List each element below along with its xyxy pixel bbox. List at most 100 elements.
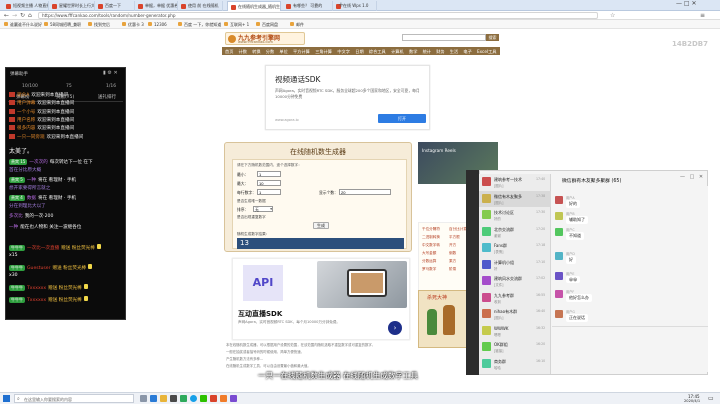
nav-item[interactable]: Excel工具 — [477, 49, 496, 55]
ad-arrow-button[interactable]: › — [388, 321, 402, 335]
notification-icon[interactable]: ▭ — [708, 395, 714, 402]
chat-list-item[interactable]: 技术讨论区 好的 17:30 — [479, 207, 551, 223]
related-link[interactable]: 倒数 — [449, 251, 456, 256]
related-link[interactable]: 开方 — [449, 243, 456, 248]
nav-item[interactable]: 综合工具 — [369, 49, 386, 55]
ad-link[interactable]: www.agora.io — [275, 118, 299, 122]
chat-list-item[interactable]: 微信有木友聚多 [图片] 17:38 — [479, 190, 551, 207]
browser-tab[interactable]: 在线随机生成器_随机生成数字 — [227, 1, 281, 11]
browser-icon[interactable] — [180, 395, 187, 402]
nav-item[interactable]: 中文字 — [337, 49, 350, 55]
nav-item[interactable]: 分数 — [266, 49, 274, 55]
related-link[interactable]: 分数运算 — [422, 259, 436, 264]
app-icon[interactable] — [220, 395, 227, 402]
chat-list-item[interactable]: Fans群 [表情] 17:18 — [479, 240, 551, 256]
browser-tab[interactable]: 单据，单据 优惠券，领取 — [135, 1, 178, 11]
browser-tab[interactable]: 星耀世界时长上行大事件，当大 — [49, 1, 95, 11]
unique-checkbox-label[interactable]: 是否生成唯一数据 — [237, 199, 266, 204]
chat-list-item[interactable]: 计算机小组好 17:10 — [479, 257, 551, 273]
nav-item[interactable]: 平方计算 — [293, 49, 310, 55]
chat-list-item[interactable]: OK群组 [链接] 16:20 — [479, 339, 551, 355]
explorer-icon[interactable] — [160, 395, 167, 402]
related-link[interactable]: 乘方 — [449, 259, 456, 264]
ad-open-button[interactable]: 打开 — [378, 114, 426, 123]
nav-item[interactable]: 建筑 — [512, 49, 520, 55]
browser-tab[interactable]: 百度一下 — [95, 1, 135, 11]
related-link[interactable]: 千位分隔符 — [422, 227, 440, 232]
bookmark-item[interactable]: 优惠卡 3 — [122, 22, 144, 28]
browser-tab[interactable]: 有哪些？ 可靠的 — [283, 1, 333, 11]
browser-tab[interactable]: 使用 前 在线随机 — [178, 1, 223, 11]
related-link[interactable]: 中文数字转 — [422, 243, 440, 248]
nav-item[interactable]: 首页 — [225, 49, 233, 55]
home-icon[interactable]: ⌂ — [28, 12, 32, 19]
browser-tab[interactable]: 短视频主播 人物直播间实时推流 — [3, 1, 49, 11]
bookmark-item[interactable]: 邮件 — [290, 22, 304, 28]
related-link[interactable]: 二进制转换 — [422, 235, 440, 240]
chat-list-item[interactable]: nihao有木群 [图片] 16:40 — [479, 306, 551, 322]
generate-button[interactable]: 生成 — [313, 222, 329, 229]
bookmark-item[interactable]: 谁赢谁不什么说好 — [4, 22, 42, 28]
star-icon[interactable]: ☆ — [610, 12, 615, 19]
bookmark-item[interactable]: 58同城招聘_兼职 — [44, 22, 81, 28]
new-tab-icon[interactable]: + — [338, 1, 344, 9]
min-input[interactable] — [257, 171, 281, 177]
minimize-icon[interactable]: — — [680, 174, 685, 180]
chat-list-item[interactable]: 商务群 哈哈 16:10 — [479, 356, 551, 372]
bookmark-item[interactable]: 找到完后 — [88, 22, 110, 28]
site-logo[interactable]: 九九参考引擎网 www.99cankao.com — [225, 32, 305, 45]
url-input[interactable]: https://www.fffcankao.com/tools/random/n… — [38, 12, 598, 19]
side-game-widget[interactable]: 杀死大神 — [418, 290, 468, 348]
related-link[interactable]: 大写金额 — [422, 251, 436, 256]
back-icon[interactable]: ← — [4, 12, 9, 19]
close-icon[interactable]: ✕ — [699, 174, 703, 180]
forward-icon[interactable]: → — [12, 12, 17, 19]
nav-item[interactable]: 计算机 — [391, 49, 404, 55]
minimize-icon[interactable]: — — [676, 0, 682, 7]
start-icon[interactable] — [3, 395, 10, 402]
related-link[interactable]: 阶乘 — [449, 267, 456, 272]
task-view-icon[interactable] — [140, 395, 147, 402]
related-link[interactable]: 罗马数字 — [422, 267, 436, 272]
menu-icon[interactable]: ≡ — [700, 12, 705, 19]
bookmark-item[interactable]: 百度网盘 — [256, 22, 278, 28]
chat-list-item[interactable]: WWWK 嗯嗯 16:32 — [479, 323, 551, 339]
bookmark-item[interactable]: 百度 一下，你就知道 — [178, 22, 221, 28]
app-icon[interactable] — [210, 395, 217, 402]
nav-item[interactable]: 电子 — [463, 49, 471, 55]
chat-list-item[interactable]: 建筑参考一技术 [图片] 17:40 — [479, 174, 551, 190]
chat-list-item[interactable]: 九九参考群 收到 16:55 — [479, 290, 551, 306]
site-search-button[interactable]: 搜索 — [486, 34, 499, 41]
bookmark-item[interactable]: 互联网+ 1 — [224, 22, 249, 28]
nav-item[interactable]: 日期 — [355, 49, 363, 55]
per-row-input[interactable] — [257, 189, 281, 195]
nav-item[interactable]: 三角计算 — [315, 49, 332, 55]
chat-list-item[interactable]: 建筑风水交流群 [文件] 17:02 — [479, 273, 551, 289]
related-link[interactable]: 平方根 — [449, 235, 460, 240]
chat-list-item[interactable]: 北京交流群 谢谢 17:20 — [479, 224, 551, 240]
refresh-icon[interactable]: ↻ — [20, 12, 25, 19]
taskbar-search[interactable]: ⌕ 在这里输入你要搜索的内容 — [14, 394, 134, 403]
app-icon[interactable] — [230, 395, 237, 402]
site-search-input[interactable] — [402, 34, 486, 41]
repeat-radio-label[interactable]: 是否出现重复数字 — [237, 215, 266, 220]
nav-item[interactable]: 生活 — [450, 49, 458, 55]
store-icon[interactable] — [170, 395, 177, 402]
top-ad[interactable]: 视频通话SDK 声网Agora，实时音视频RTC SDK，服务全球超200多个国… — [265, 65, 430, 130]
nav-item[interactable]: 数学 — [409, 49, 417, 55]
max-input[interactable] — [257, 180, 281, 186]
related-link[interactable]: 百分比计算 — [449, 227, 467, 232]
wechat-icon[interactable] — [200, 395, 207, 402]
edge-icon[interactable] — [150, 395, 157, 402]
nav-item[interactable]: 计数 — [239, 49, 247, 55]
sort-select[interactable]: 无 ▾ — [253, 206, 273, 212]
count-input[interactable] — [339, 189, 391, 195]
nav-item[interactable]: 统计 — [423, 49, 431, 55]
qq-icon[interactable] — [190, 395, 197, 402]
close-icon[interactable]: ✕ — [692, 0, 697, 7]
maximize-icon[interactable]: □ — [684, 0, 690, 7]
nav-item[interactable]: 单位 — [279, 49, 287, 55]
nav-item[interactable]: 财务 — [436, 49, 444, 55]
bookmark-item[interactable]: 12306 — [148, 22, 167, 27]
nav-item[interactable]: 转换 — [252, 49, 260, 55]
